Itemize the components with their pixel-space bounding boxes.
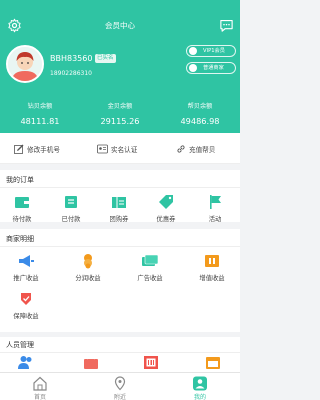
balance-gold[interactable]: 金贝余额 29115.26 (80, 101, 160, 126)
order-group-coupon[interactable]: 团购券 (99, 194, 139, 223)
vip-label: VIP1会员 (203, 48, 225, 54)
message-icon[interactable] (219, 18, 234, 33)
merchant-item-label: 增值收益 (199, 275, 225, 282)
card-icon (142, 254, 159, 266)
home-icon (33, 376, 47, 391)
guarantee-income[interactable]: 保障收益 (6, 291, 46, 320)
merchant-type-pill[interactable]: 普通商家 (186, 62, 236, 74)
merchant-section: 商家明细 推广收益 分润收益 广告收益 增值收益 保障收益 (0, 229, 240, 332)
merchant-item-label: 保障收益 (13, 313, 39, 320)
barcode-icon[interactable] (143, 355, 159, 369)
balance-label: 帮贝余额 (187, 103, 213, 110)
personnel-title: 人员管理 (6, 341, 34, 349)
wallet-icon (15, 197, 29, 208)
balances: 钻贝余额 48111.81 金贝余额 29115.26 帮贝余额 49486.9… (0, 101, 240, 131)
promotion-income[interactable]: 推广收益 (6, 253, 46, 282)
ad-income[interactable]: 广告收益 (130, 253, 170, 282)
personnel-section: 人员管理 (0, 337, 240, 373)
order-item-label: 已付款 (61, 216, 81, 223)
order-item-label: 待付款 (12, 216, 32, 223)
profit-share-income[interactable]: 分润收益 (68, 253, 108, 282)
real-name-auth-label: 实名认证 (111, 146, 138, 154)
order-activity[interactable]: 活动 (195, 194, 235, 223)
merchant-item-label: 广告收益 (137, 275, 163, 282)
divider (0, 187, 240, 188)
balance-value: 48111.81 (20, 116, 60, 126)
real-name-auth-button[interactable]: 实名认证 (97, 144, 137, 154)
gift-icon[interactable] (83, 355, 99, 369)
order-item-label: 优惠券 (156, 216, 176, 223)
receipt-icon (65, 196, 77, 208)
order-item-label: 活动 (208, 216, 222, 223)
balance-value: 29115.26 (100, 116, 140, 126)
tab-home[interactable]: 首页 (10, 376, 70, 400)
merchant-item-label: 推广收益 (13, 275, 39, 282)
avatar[interactable] (6, 45, 44, 83)
tab-mine[interactable]: 我的 (170, 376, 230, 400)
verified-badge: 已实名 (95, 54, 116, 63)
orders-title: 我的订单 (6, 176, 34, 184)
avatar-face-icon (8, 47, 42, 81)
location-pin-icon (114, 376, 126, 391)
link-icon (177, 145, 185, 153)
divider (0, 352, 240, 353)
tab-nearby[interactable]: 附近 (90, 376, 150, 400)
tab-label: 首页 (33, 394, 46, 400)
shield-check-icon (21, 293, 31, 305)
change-phone-button[interactable]: 修改手机号 (14, 144, 60, 154)
order-item-label: 团购券 (109, 216, 129, 223)
value-added-income[interactable]: 增值收益 (192, 253, 232, 282)
quick-actions: 修改手机号 实名认证 充值帮贝 (0, 133, 240, 164)
order-paid[interactable]: 已付款 (51, 194, 91, 223)
balance-label: 钻贝余额 (27, 103, 53, 110)
merchant-type-label: 普通商家 (203, 65, 224, 71)
balance-label: 金贝余额 (107, 103, 133, 110)
users-icon[interactable] (18, 355, 34, 369)
vip-icon (189, 47, 197, 55)
profile-icon (193, 376, 207, 391)
recharge-button[interactable]: 充值帮贝 (176, 144, 215, 154)
balance-help[interactable]: 帮贝余额 49486.98 (160, 101, 240, 126)
balance-diamond[interactable]: 钻贝余额 48111.81 (0, 101, 80, 126)
flag-icon (210, 195, 221, 209)
calendar-icon[interactable] (205, 355, 221, 369)
vip-level-pill[interactable]: VIP1会员 (186, 45, 236, 57)
phone-number: 18902286310 (50, 70, 92, 77)
tag-icon (159, 195, 173, 209)
page-title: 会员中心 (105, 21, 135, 30)
edit-icon (14, 144, 24, 154)
tab-label: 我的 (193, 394, 206, 400)
balance-value: 49486.98 (180, 116, 220, 126)
change-phone-label: 修改手机号 (27, 146, 60, 154)
divider (0, 246, 240, 247)
order-pending-payment[interactable]: 待付款 (2, 194, 42, 223)
merchant-icon (189, 64, 197, 72)
orders-section: 我的订单 待付款 已付款 团购券 优惠券 活动 (0, 170, 240, 223)
megaphone-icon (19, 255, 34, 267)
profile-header: 会员中心 BBH83560 已实名 18902286310 VIP1会员 普通商… (0, 0, 240, 133)
username: BBH83560 (50, 54, 93, 63)
coins-icon (84, 254, 92, 269)
id-card-icon (97, 144, 108, 154)
bottom-tab-bar: 首页 附近 我的 (0, 372, 240, 400)
merchant-title: 商家明细 (6, 235, 34, 243)
recharge-label: 充值帮贝 (189, 146, 216, 154)
tab-label: 附近 (113, 394, 126, 400)
group-coupon-icon (112, 197, 126, 208)
gift-card-icon (205, 255, 219, 267)
merchant-item-label: 分润收益 (75, 275, 101, 282)
order-coupon[interactable]: 优惠券 (146, 194, 186, 223)
